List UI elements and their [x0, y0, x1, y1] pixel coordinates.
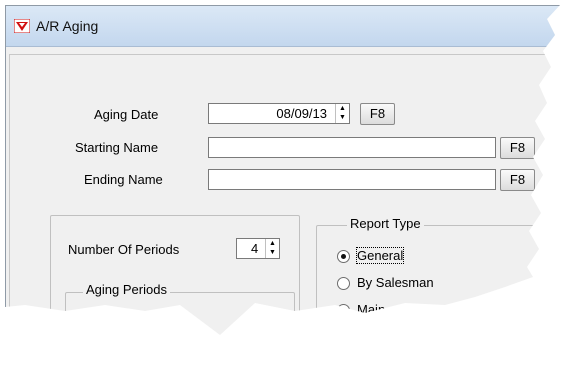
- aging-date-field[interactable]: 08/09/13 ▲ ▼: [208, 103, 350, 124]
- ending-name-lookup-button[interactable]: F8: [500, 169, 535, 191]
- ending-name-input[interactable]: [208, 169, 496, 190]
- starting-name-label: Starting Name: [75, 140, 159, 155]
- number-of-periods-label: Number Of Periods: [68, 242, 180, 257]
- form-panel: Aging Date 08/09/13 ▲ ▼ F8 Starting Name…: [9, 54, 560, 335]
- title-bar: A/R Aging: [6, 6, 560, 47]
- aging-date-value: 08/09/13: [276, 106, 327, 121]
- radio-main[interactable]: [337, 304, 350, 317]
- spin-down-icon[interactable]: ▼: [266, 248, 279, 257]
- spin-down-icon[interactable]: ▼: [336, 113, 349, 122]
- aging-periods-legend: Aging Periods: [83, 282, 170, 297]
- ar-aging-window: A/R Aging Aging Date 08/09/13 ▲ ▼ F8 Sta…: [5, 5, 560, 335]
- number-of-periods-value: 4: [251, 241, 259, 256]
- spin-up-icon[interactable]: ▲: [266, 239, 279, 248]
- periods-spinner[interactable]: ▲ ▼: [265, 239, 279, 258]
- ending-name-label: Ending Name: [84, 172, 163, 187]
- app-logo-icon: [14, 19, 30, 33]
- aging-date-spinner[interactable]: ▲ ▼: [335, 104, 349, 123]
- spin-up-icon[interactable]: ▲: [336, 104, 349, 113]
- window-title: A/R Aging: [36, 18, 99, 34]
- radio-main-label[interactable]: Main: [357, 302, 385, 317]
- starting-name-input[interactable]: [208, 137, 496, 158]
- radio-by-salesman[interactable]: [337, 277, 350, 290]
- number-of-periods-field[interactable]: 4 ▲ ▼: [236, 238, 280, 259]
- starting-name-lookup-button[interactable]: F8: [500, 137, 535, 159]
- radio-general-label[interactable]: General: [355, 247, 405, 264]
- aging-periods-group: [65, 292, 295, 335]
- radio-general[interactable]: [337, 250, 350, 263]
- radio-by-salesman-label[interactable]: By Salesman: [357, 275, 434, 290]
- periods-group: [50, 215, 300, 335]
- screenshot-frame: A/R Aging Aging Date 08/09/13 ▲ ▼ F8 Sta…: [5, 5, 566, 360]
- report-type-legend: Report Type: [347, 216, 424, 231]
- aging-date-lookup-button[interactable]: F8: [360, 103, 395, 125]
- aging-date-label: Aging Date: [94, 107, 159, 122]
